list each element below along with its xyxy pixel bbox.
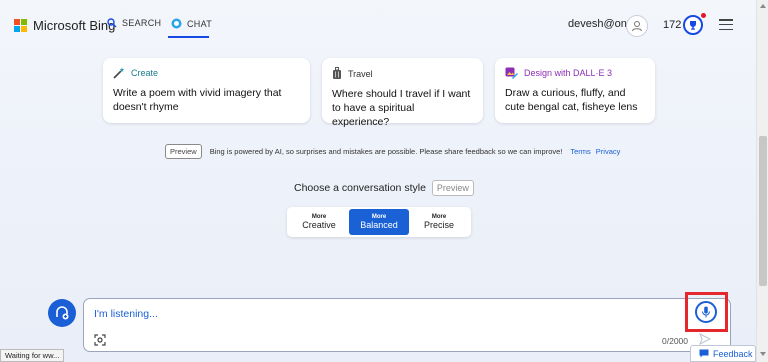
feedback-button[interactable]: Feedback [690, 345, 756, 362]
search-icon [107, 18, 117, 28]
microphone-button[interactable] [695, 301, 717, 323]
preview-badge: Preview [165, 144, 202, 159]
conversation-style-selector: More Creative More Balanced More Precise [287, 207, 471, 237]
character-counter: 0/2000 [662, 336, 688, 346]
style-balanced-button[interactable]: More Balanced [349, 209, 409, 235]
bing-logo[interactable]: Microsoft Bing [14, 18, 115, 33]
avatar[interactable] [626, 15, 648, 37]
scroll-down-icon[interactable] [760, 352, 766, 356]
trophy-icon [690, 21, 696, 30]
chat-input-box: 0/2000 [83, 298, 731, 352]
preview-badge: Preview [431, 180, 474, 196]
reward-points[interactable]: 172 [663, 19, 681, 31]
image-create-icon [505, 67, 518, 79]
style-creative-button[interactable]: More Creative [289, 209, 349, 235]
scroll-thumb[interactable] [759, 136, 767, 286]
card-prompt: Draw a curious, fluffy, and cute bengal … [505, 87, 638, 113]
microphone-icon [702, 306, 710, 318]
chat-bubble-icon [171, 18, 182, 29]
card-prompt: Where should I travel if I want to have … [332, 88, 471, 128]
conversation-style-title: Choose a conversation style [294, 182, 426, 194]
style-name: Balanced [360, 220, 398, 230]
luggage-icon [333, 67, 341, 79]
card-category: Travel [348, 68, 373, 79]
scroll-up-icon[interactable] [760, 4, 766, 8]
ai-disclaimer: Preview Bing is powered by AI, so surpri… [165, 144, 620, 159]
suggestion-card-design[interactable]: Design with DALL·E 3 Draw a curious, flu… [495, 58, 655, 123]
suggestion-card-create[interactable]: Create Write a poem with vivid imagery t… [103, 58, 310, 123]
card-prompt: Write a poem with vivid imagery that doe… [113, 87, 282, 113]
magic-wand-icon [113, 67, 125, 79]
top-header: Microsoft Bing SEARCH CHAT devesh@on... … [0, 0, 768, 48]
active-tab-indicator [168, 36, 209, 38]
notification-dot [701, 13, 706, 18]
scrollbar[interactable] [756, 0, 768, 362]
terms-link[interactable]: Terms [570, 147, 590, 156]
card-header: Design with DALL·E 3 [505, 67, 645, 79]
disclaimer-text: Bing is powered by AI, so surprises and … [209, 147, 563, 156]
menu-icon[interactable] [719, 19, 733, 30]
style-name: Precise [423, 220, 454, 230]
conversation-style-heading: Choose a conversation style Preview [294, 180, 474, 196]
send-icon[interactable] [699, 333, 711, 345]
feedback-label: Feedback [713, 348, 753, 359]
card-header: Travel [332, 67, 473, 80]
browser-status-bar: Waiting for ww... [0, 349, 65, 362]
new-topic-icon [56, 306, 69, 320]
new-topic-button[interactable] [48, 299, 76, 327]
card-header: Create [113, 67, 300, 79]
user-icon [632, 21, 642, 32]
privacy-link[interactable]: Privacy [596, 147, 621, 156]
card-category: Design with DALL·E 3 [524, 68, 613, 78]
style-name: Creative [302, 220, 336, 230]
microsoft-logo-icon [14, 19, 27, 32]
tab-search[interactable]: SEARCH [107, 18, 161, 28]
suggestion-card-travel[interactable]: Travel Where should I travel if I want t… [322, 58, 483, 128]
logo-text: Microsoft Bing [33, 18, 116, 33]
feedback-icon [699, 349, 709, 358]
chat-input[interactable] [94, 308, 654, 320]
tab-chat-label: CHAT [187, 18, 213, 29]
tab-search-label: SEARCH [122, 18, 162, 28]
tab-chat[interactable]: CHAT [171, 18, 212, 29]
style-precise-button[interactable]: More Precise [409, 209, 469, 235]
rewards-button[interactable] [683, 15, 703, 35]
visual-search-icon[interactable] [94, 334, 106, 346]
card-category: Create [131, 68, 159, 78]
